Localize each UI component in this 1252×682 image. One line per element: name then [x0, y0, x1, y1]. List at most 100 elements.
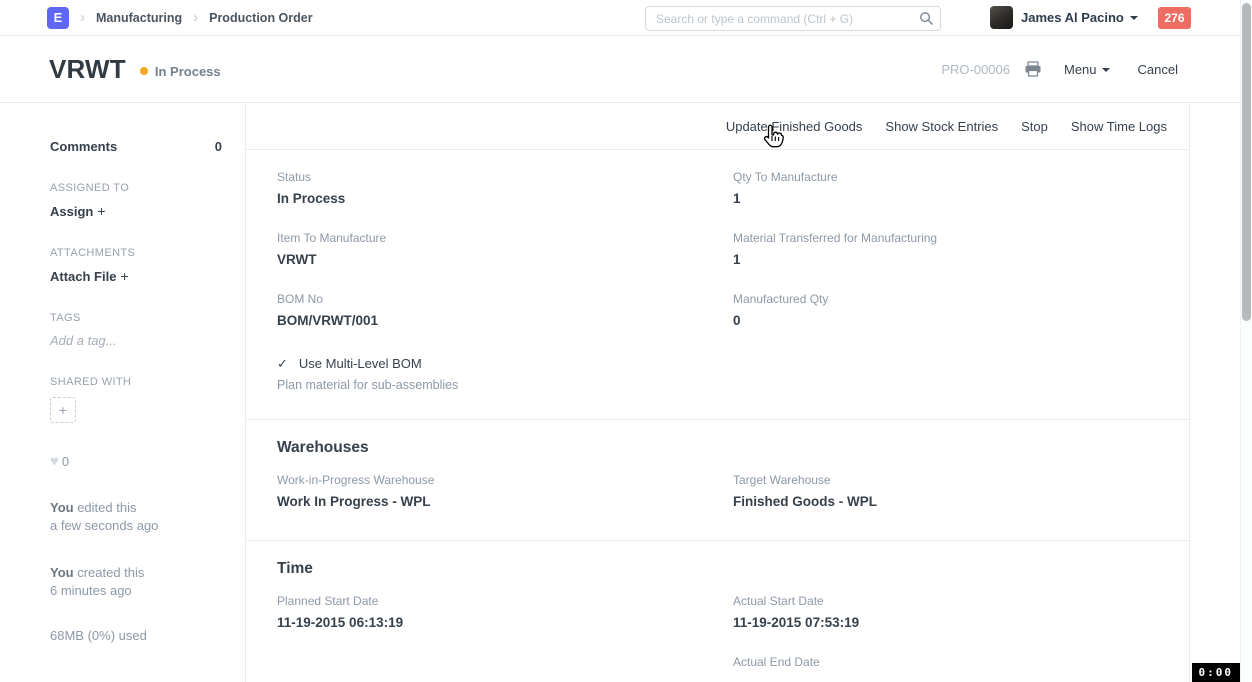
page-head: VRWT In Process PRO-00006 Menu Cancel [0, 36, 1252, 103]
attach-file-button[interactable]: Attach File+ [50, 268, 221, 284]
main: Comments 0 ASSIGNED TO Assign+ ATTACHMEN… [0, 103, 1252, 682]
plus-icon: + [120, 268, 128, 284]
empty-cell [277, 655, 733, 676]
field-material-transferred: Material Transferred for Manufacturing 1 [733, 231, 1189, 267]
search-icon[interactable] [919, 11, 934, 31]
menu-button[interactable]: Menu [1064, 62, 1110, 77]
status-indicator: In Process [140, 64, 221, 79]
like-button[interactable]: ♥ 0 [50, 453, 221, 470]
user-name: James Al Pacino [1021, 10, 1124, 25]
attachments-heading: ATTACHMENTS [50, 247, 221, 259]
cancel-button[interactable]: Cancel [1138, 62, 1178, 77]
tags-section: TAGS Add a tag... [50, 312, 221, 348]
field-value[interactable]: 11-19-2015 06:13:19 [277, 615, 733, 630]
time-section-title: Time [277, 541, 1189, 578]
field-label: Actual End Date [733, 655, 1189, 669]
field-value[interactable]: BOM/VRWT/001 [277, 313, 733, 328]
doc-id: PRO-00006 [941, 62, 1010, 77]
field-bom-no: BOM No BOM/VRWT/001 [277, 292, 733, 328]
field-manufactured-qty: Manufactured Qty 0 [733, 292, 1189, 328]
checkbox-label: Use Multi-Level BOM [299, 356, 422, 371]
checkbox-help-text: Plan material for sub-assemblies [277, 378, 1189, 392]
field-value[interactable]: VRWT [277, 252, 733, 267]
section-main: Status In Process Qty To Manufacture 1 I… [277, 150, 1189, 353]
form-area: Update Finished Goods Show Stock Entries… [246, 103, 1190, 682]
sidebar-item-comments[interactable]: Comments 0 [50, 139, 222, 154]
edited-when: a few seconds ago [50, 517, 221, 535]
field-value[interactable]: 0 [733, 313, 1189, 328]
shared-with-section: SHARED WITH + [50, 376, 221, 423]
breadcrumb-production-order[interactable]: Production Order [209, 11, 312, 25]
plus-icon: + [97, 203, 105, 219]
field-label: Qty To Manufacture [733, 170, 1189, 184]
status-dot-icon [140, 67, 148, 75]
print-icon[interactable] [1024, 61, 1042, 77]
storage-used: 68MB (0%) used [50, 628, 221, 643]
created-when: 6 minutes ago [50, 582, 221, 600]
field-target-warehouse: Target Warehouse Finished Goods - WPL [733, 473, 1189, 509]
field-actual-start-date: Actual Start Date 11-19-2015 07:53:19 [733, 594, 1189, 630]
show-stock-entries-button[interactable]: Show Stock Entries [885, 119, 998, 134]
check-icon: ✓ [277, 356, 288, 371]
edited-activity: You edited this a few seconds ago [50, 499, 221, 535]
chevron-down-icon [1130, 16, 1138, 20]
field-actual-end-date: Actual End Date [733, 655, 1189, 676]
notification-badge[interactable]: 276 [1158, 7, 1191, 29]
field-label: Status [277, 170, 733, 184]
add-tag-input[interactable]: Add a tag... [50, 333, 221, 348]
scrollbar-thumb[interactable] [1242, 3, 1251, 321]
field-planned-start-date: Planned Start Date 11-19-2015 06:13:19 [277, 594, 733, 630]
field-value[interactable]: 11-19-2015 07:53:19 [733, 615, 1189, 630]
field-value[interactable]: 1 [733, 252, 1189, 267]
user-menu[interactable]: James Al Pacino [990, 6, 1138, 29]
field-value[interactable]: In Process [277, 191, 733, 206]
heart-icon: ♥ [50, 453, 59, 470]
assign-button[interactable]: Assign+ [50, 203, 221, 219]
section-warehouses: Work-in-Progress Warehouse Work In Progr… [277, 473, 1189, 534]
field-label: Work-in-Progress Warehouse [277, 473, 733, 487]
comments-count: 0 [215, 139, 222, 154]
chevron-down-icon [1102, 68, 1110, 72]
show-time-logs-button[interactable]: Show Time Logs [1071, 119, 1167, 134]
assigned-to-section: ASSIGNED TO Assign+ [50, 182, 221, 219]
breadcrumb-manufacturing[interactable]: Manufacturing [96, 11, 182, 25]
warehouses-section-title: Warehouses [277, 420, 1189, 457]
head-actions: PRO-00006 Menu Cancel [941, 36, 1178, 102]
form-toolbar: Update Finished Goods Show Stock Entries… [246, 103, 1189, 150]
field-label: Target Warehouse [733, 473, 1189, 487]
app-logo[interactable]: E [47, 7, 69, 29]
use-multi-level-bom-checkbox[interactable]: ✓ Use Multi-Level BOM [277, 356, 1189, 372]
field-value[interactable]: 1 [733, 191, 1189, 206]
page-title: VRWT [49, 54, 126, 85]
search-input[interactable] [645, 6, 941, 31]
field-value[interactable]: Work In Progress - WPL [277, 494, 733, 509]
field-label: Actual Start Date [733, 594, 1189, 608]
recording-timer: 0:00 [1192, 663, 1241, 682]
update-finished-goods-button[interactable]: Update Finished Goods [726, 119, 863, 134]
field-label: Planned Start Date [277, 594, 733, 608]
form-body: Status In Process Qty To Manufacture 1 I… [246, 150, 1189, 682]
field-label: Manufactured Qty [733, 292, 1189, 306]
assigned-to-heading: ASSIGNED TO [50, 182, 221, 194]
add-share-button[interactable]: + [50, 397, 76, 423]
field-value[interactable]: Finished Goods - WPL [733, 494, 1189, 509]
status-indicator-label: In Process [155, 64, 221, 79]
comments-label: Comments [50, 139, 117, 154]
tags-heading: TAGS [50, 312, 221, 324]
avatar [990, 6, 1013, 29]
global-search [645, 6, 941, 31]
field-item-to-manufacture: Item To Manufacture VRWT [277, 231, 733, 267]
chevron-right-icon: › [80, 10, 85, 25]
field-qty-to-manufacture: Qty To Manufacture 1 [733, 170, 1189, 206]
navbar: E › Manufacturing › Production Order Jam… [0, 0, 1252, 36]
shared-with-heading: SHARED WITH [50, 376, 221, 388]
created-activity: You created this 6 minutes ago [50, 564, 221, 600]
sidebar: Comments 0 ASSIGNED TO Assign+ ATTACHMEN… [0, 103, 246, 682]
stop-button[interactable]: Stop [1021, 119, 1048, 134]
attachments-section: ATTACHMENTS Attach File+ [50, 247, 221, 284]
section-time: Planned Start Date 11-19-2015 06:13:19 A… [277, 594, 1189, 682]
chevron-right-icon: › [193, 10, 198, 25]
field-wip-warehouse: Work-in-Progress Warehouse Work In Progr… [277, 473, 733, 509]
field-status: Status In Process [277, 170, 733, 206]
likes-count: 0 [62, 454, 69, 469]
